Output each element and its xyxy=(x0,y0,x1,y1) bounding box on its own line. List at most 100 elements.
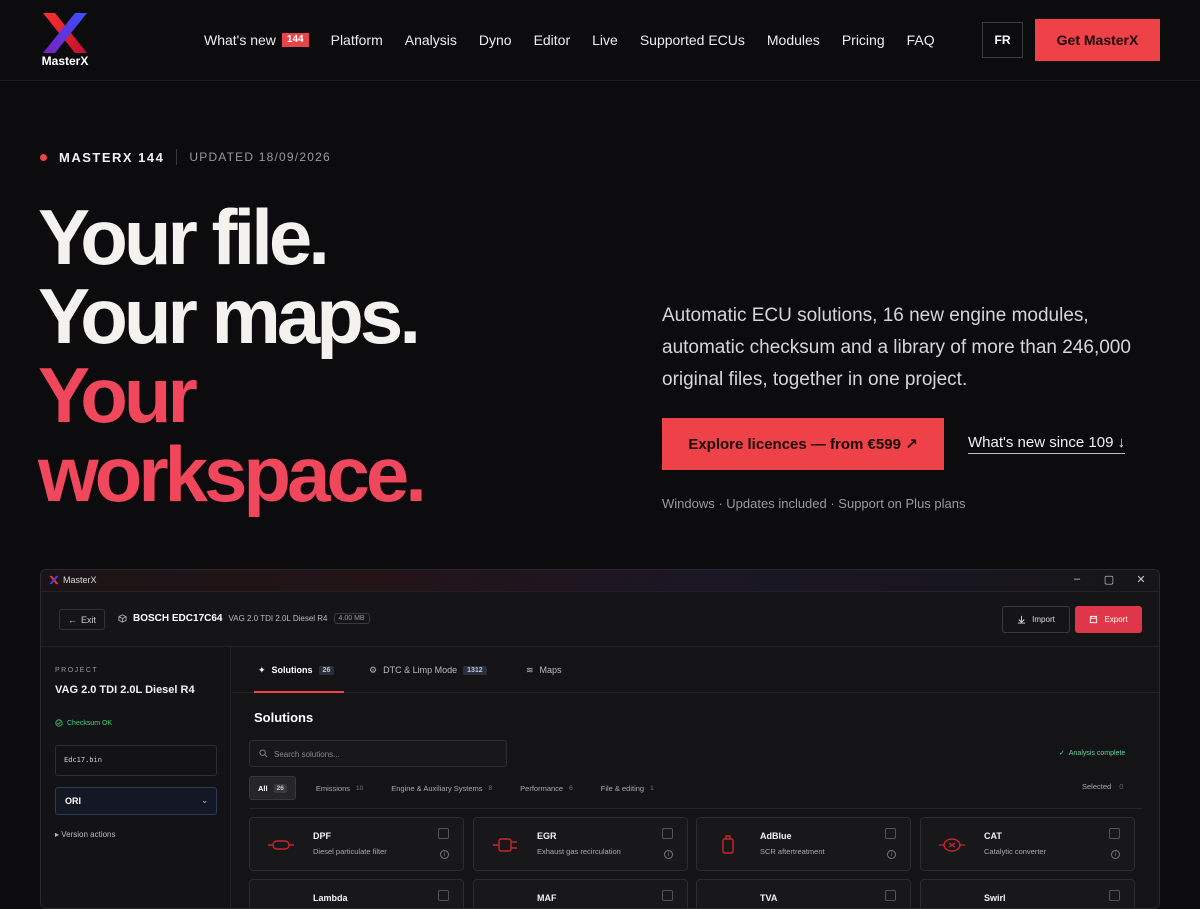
filter-count: 26 xyxy=(273,783,287,793)
divider xyxy=(249,808,1141,809)
nav-item-pricing[interactable]: Pricing xyxy=(842,30,885,50)
tab-dtc-limp-mode[interactable]: ⚙ DTC & Limp Mode 1312 xyxy=(369,663,487,677)
card-checkbox[interactable] xyxy=(662,890,673,901)
tab-maps[interactable]: ≋ Maps xyxy=(526,663,562,677)
export-label: Export xyxy=(1104,615,1128,624)
card-checkbox[interactable] xyxy=(1109,890,1120,901)
card-description: SCR aftertreatment xyxy=(760,847,825,856)
version-actions-toggle[interactable]: ▸ Version actions xyxy=(55,830,116,839)
exit-button[interactable]: ← Exit xyxy=(59,609,105,630)
card-title: Lambda xyxy=(313,893,348,903)
filter-count: 1 xyxy=(650,784,654,792)
headline-line: Your file. xyxy=(38,193,330,281)
active-tab-indicator xyxy=(254,691,344,693)
filter-file-editing[interactable]: File & editing 1 xyxy=(593,776,662,800)
nav-item-analysis[interactable]: Analysis xyxy=(405,30,457,50)
file-name-field[interactable]: Edc17.bin xyxy=(55,745,217,776)
card-checkbox[interactable] xyxy=(885,828,896,839)
filter-emissions[interactable]: Emissions 10 xyxy=(308,776,371,800)
nav-item-modules[interactable]: Modules xyxy=(767,30,820,50)
solution-card-maf[interactable]: MAF xyxy=(473,879,688,908)
shield-check-icon xyxy=(55,719,63,727)
masterx-logo[interactable]: MasterX xyxy=(39,13,91,69)
top-nav: MasterX What's new 144 Platform Analysis… xyxy=(0,0,1200,81)
nav-item-editor[interactable]: Editor xyxy=(534,30,571,50)
close-icon[interactable]: ✕ xyxy=(1133,573,1149,586)
filter-performance[interactable]: Performance 6 xyxy=(512,776,581,800)
app-header: ← Exit BOSCH EDC17C64 VAG 2.0 TDI 2.0L D… xyxy=(41,592,1159,647)
solution-card-cat[interactable]: CAT Catalytic converter i xyxy=(920,817,1135,871)
import-label: Import xyxy=(1032,615,1055,624)
card-checkbox[interactable] xyxy=(662,828,673,839)
release-eyebrow: MASTERX 144 UPDATED 18/09/2026 xyxy=(40,148,331,166)
nav-item-live[interactable]: Live xyxy=(592,30,618,50)
card-description: Exhaust gas recirculation xyxy=(537,847,621,856)
x-logo-icon xyxy=(43,13,87,53)
import-button[interactable]: Import xyxy=(1002,606,1070,633)
headline-line: Your maps. xyxy=(38,272,421,360)
solution-card-tva[interactable]: TVA xyxy=(696,879,911,908)
analysis-label: Analysis complete xyxy=(1068,749,1126,757)
headline-line-accent: Your xyxy=(38,351,198,439)
card-title: CAT xyxy=(984,831,1002,841)
version-select[interactable]: ORI ⌄ xyxy=(55,787,217,815)
info-icon[interactable]: i xyxy=(440,850,449,859)
language-button[interactable]: FR xyxy=(982,22,1023,58)
gear-icon: ⚙ xyxy=(369,664,378,675)
catalytic-converter-icon xyxy=(939,838,965,852)
solution-card-egr[interactable]: EGR Exhaust gas recirculation i xyxy=(473,817,688,871)
card-checkbox[interactable] xyxy=(1109,828,1120,839)
card-checkbox[interactable] xyxy=(885,890,896,901)
window-title: MasterX xyxy=(63,575,97,585)
solution-card-dpf[interactable]: DPF Diesel particulate filter i xyxy=(249,817,464,871)
card-checkbox[interactable] xyxy=(438,890,449,901)
status-dot xyxy=(40,153,47,161)
whats-new-link[interactable]: What's new since 109 ↓ xyxy=(968,434,1126,454)
explore-licences-button[interactable]: Explore licences — from €599 ↗ xyxy=(662,418,944,470)
tab-count: 26 xyxy=(318,665,335,675)
nav-item-faq[interactable]: FAQ xyxy=(907,30,935,50)
export-button[interactable]: Export xyxy=(1075,606,1142,633)
checksum-status: Checksum OK xyxy=(55,719,112,727)
filter-all[interactable]: All 26 xyxy=(249,776,296,800)
layers-icon: ≋ xyxy=(526,664,534,675)
solution-card-adblue[interactable]: AdBlue SCR aftertreatment i xyxy=(696,817,911,871)
solution-card-lambda[interactable]: Lambda xyxy=(249,879,464,908)
section-title: Solutions xyxy=(254,710,314,725)
maximize-icon[interactable]: ▢ xyxy=(1101,573,1117,586)
version-actions-label: Version actions xyxy=(61,830,116,839)
selected-label: Selected xyxy=(1082,782,1112,791)
card-checkbox[interactable] xyxy=(438,828,449,839)
analysis-status: ✓ Analysis complete xyxy=(1059,749,1126,758)
adblue-icon xyxy=(722,835,734,854)
tab-solutions[interactable]: ✦ Solutions 26 xyxy=(258,663,335,677)
nav-item-dyno[interactable]: Dyno xyxy=(479,30,512,50)
get-masterx-button[interactable]: Get MasterX xyxy=(1035,19,1160,61)
minimize-icon[interactable]: – xyxy=(1069,573,1085,585)
filter-chips: All 26 Emissions 10 Engine & Auxiliary S… xyxy=(249,776,674,800)
save-icon xyxy=(1090,615,1098,624)
info-icon[interactable]: i xyxy=(664,850,673,859)
version-value: ORI xyxy=(65,796,82,806)
filter-label: Emissions xyxy=(315,783,351,793)
tab-label: DTC & Limp Mode xyxy=(383,665,458,675)
release-title: MASTERX 144 xyxy=(59,149,165,165)
tab-label: Maps xyxy=(539,665,562,675)
arrow-left-icon: ← xyxy=(67,614,77,625)
filter-label: Performance xyxy=(520,783,564,793)
solution-card-swirl[interactable]: Swirl xyxy=(920,879,1135,908)
nav-item-platform[interactable]: Platform xyxy=(331,30,383,50)
chevron-down-icon: ⌄ xyxy=(201,796,208,805)
card-title: MAF xyxy=(537,893,557,903)
card-title: EGR xyxy=(537,831,557,841)
nav-item-supported-ecus[interactable]: Supported ECUs xyxy=(640,30,745,50)
info-icon[interactable]: i xyxy=(887,850,896,859)
nav-item-whats-new[interactable]: What's new 144 xyxy=(204,30,309,50)
nav-label: What's new xyxy=(204,32,276,48)
ecu-description: VAG 2.0 TDI 2.0L Diesel R4 xyxy=(228,614,328,623)
search-input[interactable]: Search solutions... xyxy=(249,740,507,767)
card-title: Swirl xyxy=(984,893,1006,903)
info-icon[interactable]: i xyxy=(1111,850,1120,859)
filter-engine-auxiliary[interactable]: Engine & Auxiliary Systems 8 xyxy=(383,776,500,800)
ecu-name: BOSCH EDC17C64 xyxy=(133,613,223,624)
